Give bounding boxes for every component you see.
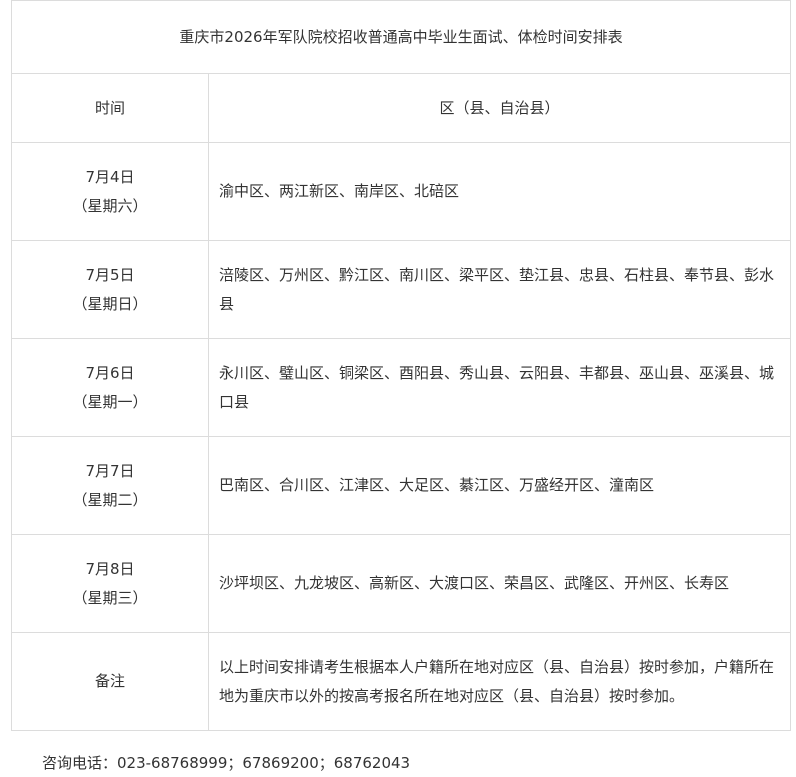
date-text: 7月7日 — [85, 461, 135, 480]
contact-phone: 咨询电话：023-68768999；67869200；68762043 — [42, 754, 411, 772]
table-row: 7月4日 （星期六） 渝中区、两江新区、南岸区、北碚区 — [11, 142, 791, 241]
note-text: 以上时间安排请考生根据本人户籍所在地对应区（县、自治县）按时参加，户籍所在地为重… — [208, 632, 791, 731]
districts-cell: 渝中区、两江新区、南岸区、北碚区 — [208, 142, 791, 241]
table-row: 7月5日 （星期日） 涪陵区、万州区、黔江区、南川区、梁平区、垫江县、忠县、石柱… — [11, 240, 791, 339]
date-text: 7月8日 — [85, 559, 135, 578]
weekday-text: （星期一） — [72, 392, 148, 411]
header-time: 时间 — [11, 73, 209, 143]
date-cell: 7月6日 （星期一） — [11, 338, 209, 437]
header-district: 区（县、自治县） — [208, 73, 791, 143]
table-row: 7月8日 （星期三） 沙坪坝区、九龙坡区、高新区、大渡口区、荣昌区、武隆区、开州… — [11, 534, 791, 633]
table-row: 7月7日 （星期二） 巴南区、合川区、江津区、大足区、綦江区、万盛经开区、潼南区 — [11, 436, 791, 535]
date-cell: 7月4日 （星期六） — [11, 142, 209, 241]
districts-cell: 永川区、璧山区、铜梁区、酉阳县、秀山县、云阳县、丰都县、巫山县、巫溪县、城口县 — [208, 338, 791, 437]
date-text: 7月5日 — [85, 265, 135, 284]
weekday-text: （星期六） — [72, 196, 148, 215]
table-row: 7月6日 （星期一） 永川区、璧山区、铜梁区、酉阳县、秀山县、云阳县、丰都县、巫… — [11, 338, 791, 437]
weekday-text: （星期二） — [72, 490, 148, 509]
districts-cell: 巴南区、合川区、江津区、大足区、綦江区、万盛经开区、潼南区 — [208, 436, 791, 535]
note-label: 备注 — [11, 632, 209, 731]
table-title: 重庆市2026年军队院校招收普通高中毕业生面试、体检时间安排表 — [11, 0, 791, 74]
weekday-text: （星期三） — [72, 588, 148, 607]
schedule-table: 重庆市2026年军队院校招收普通高中毕业生面试、体检时间安排表 时间 区（县、自… — [11, 0, 791, 731]
title-row: 重庆市2026年军队院校招收普通高中毕业生面试、体检时间安排表 — [11, 0, 791, 74]
date-cell: 7月7日 （星期二） — [11, 436, 209, 535]
date-cell: 7月8日 （星期三） — [11, 534, 209, 633]
weekday-text: （星期日） — [72, 294, 148, 313]
date-text: 7月4日 — [85, 167, 135, 186]
districts-cell: 沙坪坝区、九龙坡区、高新区、大渡口区、荣昌区、武隆区、开州区、长寿区 — [208, 534, 791, 633]
date-text: 7月6日 — [85, 363, 135, 382]
districts-cell: 涪陵区、万州区、黔江区、南川区、梁平区、垫江县、忠县、石柱县、奉节县、彭水县 — [208, 240, 791, 339]
date-cell: 7月5日 （星期日） — [11, 240, 209, 339]
note-row: 备注 以上时间安排请考生根据本人户籍所在地对应区（县、自治县）按时参加，户籍所在… — [11, 632, 791, 731]
header-row: 时间 区（县、自治县） — [11, 73, 791, 143]
